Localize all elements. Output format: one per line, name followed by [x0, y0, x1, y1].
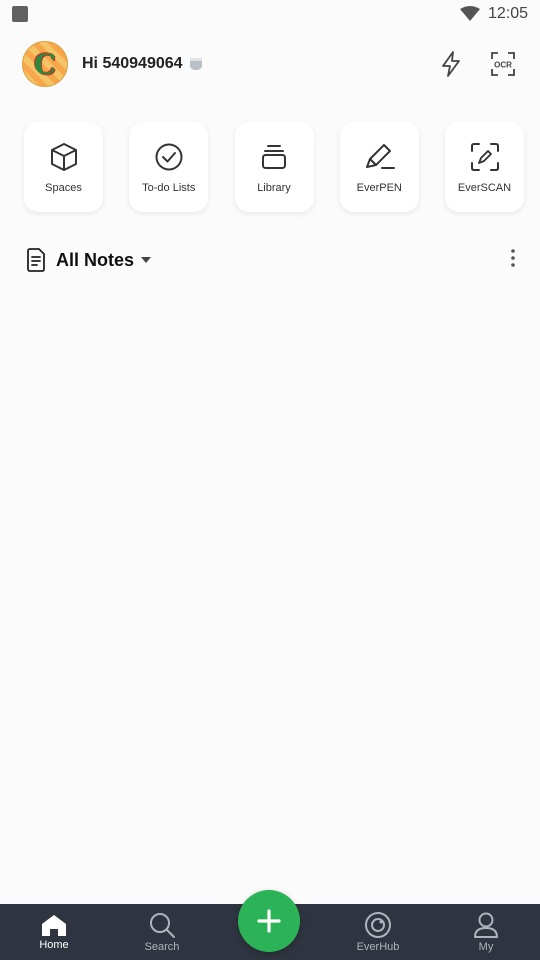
tile-library[interactable]: Library [234, 122, 314, 212]
caret-down-icon[interactable] [140, 255, 152, 265]
status-bar: 12:05 [0, 0, 540, 28]
profile-icon [474, 912, 498, 938]
wifi-icon [459, 6, 480, 21]
status-right: 12:05 [459, 5, 528, 23]
header: C Hi 540949064 OCR [0, 40, 540, 88]
tile-label: To-do Lists [142, 182, 196, 194]
all-notes-title[interactable]: All Notes [56, 250, 134, 271]
status-time: 12:05 [487, 5, 528, 22]
add-note-button[interactable] [238, 890, 300, 952]
lightning-icon [442, 51, 460, 77]
ocr-label: OCR [494, 61, 512, 70]
member-badge-icon[interactable] [189, 57, 203, 71]
tile-label: EverSCAN [457, 182, 512, 194]
nav-search[interactable]: Search [108, 904, 216, 960]
nav-label: EverHub [356, 941, 400, 953]
ocr-button[interactable]: OCR [488, 49, 518, 79]
note-icon [27, 248, 45, 272]
notes-header: All Notes [26, 246, 516, 274]
greeting[interactable]: Hi 540949064 [82, 55, 183, 73]
search-icon [150, 913, 175, 938]
stack-icon [260, 140, 288, 174]
tile-label: Library [257, 182, 291, 194]
nav-label: Home [39, 939, 69, 951]
lightning-button[interactable] [436, 49, 466, 79]
plus-icon [257, 909, 281, 933]
avatar[interactable]: C [22, 41, 68, 87]
home-icon [42, 915, 66, 936]
nav-label: Search [144, 941, 180, 953]
more-options-button[interactable] [510, 248, 516, 273]
nav-home[interactable]: Home [0, 904, 108, 960]
tile-todo-lists[interactable]: To-do Lists [129, 122, 209, 212]
more-vertical-icon [511, 248, 515, 267]
scan-icon [470, 140, 500, 174]
nav-everhub[interactable]: EverHub [324, 904, 432, 960]
cube-icon [50, 140, 78, 174]
nav-label: My [478, 941, 494, 953]
tile-label: EverPEN [356, 182, 402, 194]
ocr-icon: OCR [491, 52, 515, 76]
notification-icon [12, 6, 28, 22]
pen-icon [362, 140, 396, 174]
check-circle-icon [154, 140, 184, 174]
header-actions: OCR [436, 49, 518, 79]
avatar-letter: C [33, 47, 57, 81]
tile-label: Spaces [45, 182, 82, 194]
tile-spaces[interactable]: Spaces [24, 122, 103, 212]
tile-everpen[interactable]: EverPEN [339, 122, 419, 212]
quick-tiles: Spaces To-do Lists Library EverPEN EverS… [24, 122, 524, 212]
tile-everscan[interactable]: EverSCAN [445, 122, 524, 212]
everhub-icon [365, 912, 391, 938]
nav-my[interactable]: My [432, 904, 540, 960]
